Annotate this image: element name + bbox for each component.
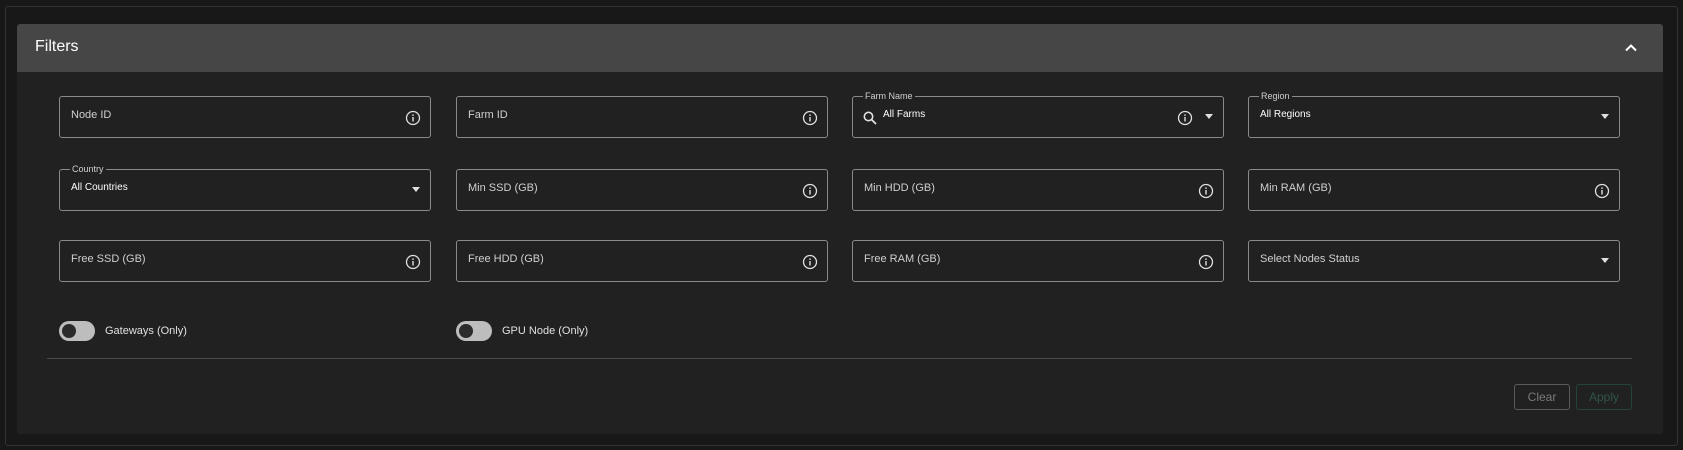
filters-title: Filters <box>35 38 79 55</box>
node-id-label: Node ID <box>71 109 112 121</box>
free-hdd-label: Free HDD (GB) <box>468 253 544 265</box>
free-hdd-field[interactable]: Free HDD (GB) <box>456 240 828 282</box>
free-ssd-label: Free SSD (GB) <box>71 253 146 265</box>
gateways-switch[interactable] <box>59 321 95 341</box>
node-status-label: Select Nodes Status <box>1260 253 1360 265</box>
farm-name-value: All Farms <box>883 109 926 120</box>
min-ssd-label: Min SSD (GB) <box>468 182 538 194</box>
filters-header[interactable]: Filters <box>17 24 1663 72</box>
free-ram-label: Free RAM (GB) <box>864 253 941 265</box>
gpu-toggle[interactable]: GPU Node (Only) <box>456 321 588 341</box>
switch-thumb <box>459 324 473 338</box>
region-legend: Region <box>1259 91 1292 101</box>
free-ssd-field[interactable]: Free SSD (GB) <box>59 240 431 282</box>
switch-thumb <box>62 324 76 338</box>
info-icon[interactable] <box>802 254 818 270</box>
country-select[interactable]: Country All Countries <box>59 164 431 211</box>
info-icon[interactable] <box>405 110 421 126</box>
min-ram-label: Min RAM (GB) <box>1260 182 1332 194</box>
chevron-up-icon[interactable] <box>1619 36 1643 60</box>
info-icon[interactable] <box>1198 183 1214 199</box>
clear-button[interactable]: Clear <box>1514 384 1570 410</box>
min-ram-field[interactable]: Min RAM (GB) <box>1248 169 1620 211</box>
farm-name-legend: Farm Name <box>863 91 915 101</box>
divider <box>47 358 1632 359</box>
caret-down-icon[interactable] <box>1601 114 1609 119</box>
gateways-toggle[interactable]: Gateways (Only) <box>59 321 187 341</box>
filters-panel: Filters Node ID Farm ID Farm Name All Fa… <box>17 24 1663 434</box>
farm-name-select[interactable]: Farm Name All Farms <box>852 91 1224 138</box>
info-icon[interactable] <box>405 254 421 270</box>
caret-down-icon[interactable] <box>1601 258 1609 263</box>
info-icon[interactable] <box>1198 254 1214 270</box>
gpu-label: GPU Node (Only) <box>502 325 589 337</box>
region-value: All Regions <box>1260 109 1311 120</box>
node-id-field[interactable]: Node ID <box>59 96 431 138</box>
region-select[interactable]: Region All Regions <box>1248 91 1620 138</box>
info-icon[interactable] <box>1594 183 1610 199</box>
gateways-label: Gateways (Only) <box>105 325 187 337</box>
min-hdd-label: Min HDD (GB) <box>864 182 935 194</box>
apply-button[interactable]: Apply <box>1576 384 1632 410</box>
farm-id-field[interactable]: Farm ID <box>456 96 828 138</box>
country-legend: Country <box>70 164 106 174</box>
gpu-switch[interactable] <box>456 321 492 341</box>
min-hdd-field[interactable]: Min HDD (GB) <box>852 169 1224 211</box>
search-icon <box>862 110 878 126</box>
country-value: All Countries <box>71 182 128 193</box>
farm-id-label: Farm ID <box>468 109 508 121</box>
caret-down-icon[interactable] <box>1205 114 1213 119</box>
info-icon[interactable] <box>802 110 818 126</box>
node-status-select[interactable]: Select Nodes Status <box>1248 240 1620 282</box>
caret-down-icon[interactable] <box>412 187 420 192</box>
info-icon[interactable] <box>802 183 818 199</box>
info-icon[interactable] <box>1177 110 1193 126</box>
free-ram-field[interactable]: Free RAM (GB) <box>852 240 1224 282</box>
min-ssd-field[interactable]: Min SSD (GB) <box>456 169 828 211</box>
